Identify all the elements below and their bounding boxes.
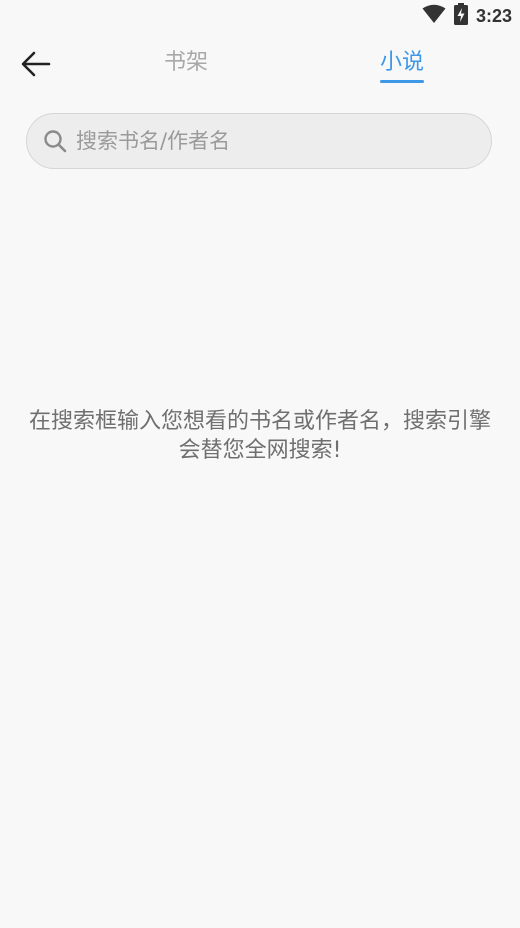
search-icon — [42, 128, 68, 154]
tab-novel[interactable]: 小说 — [380, 44, 424, 76]
tab-bookshelf[interactable]: 书架 — [164, 44, 208, 76]
status-icons: 3:23 — [422, 3, 512, 29]
search-bar[interactable] — [26, 113, 492, 169]
top-nav: 书架 小说 — [0, 36, 520, 92]
back-button[interactable] — [16, 48, 56, 84]
tab-active-indicator — [380, 80, 424, 83]
arrow-left-icon — [21, 51, 51, 81]
battery-charging-icon — [453, 3, 468, 29]
status-time: 3:23 — [475, 5, 512, 26]
empty-state-message: 在搜索框输入您想看的书名或作者名，搜索引擎会替您全网搜索! — [28, 409, 491, 463]
wifi-icon — [422, 4, 446, 28]
status-bar: 3:23 — [0, 0, 520, 30]
search-input[interactable] — [74, 128, 458, 154]
